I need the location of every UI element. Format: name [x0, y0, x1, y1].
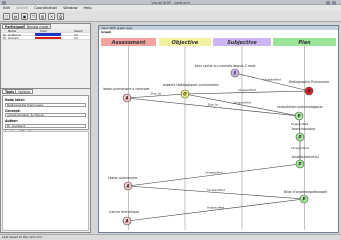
concept-field[interactable]: radiographie(s) du thorax [5, 113, 86, 118]
color-swatch[interactable] [35, 36, 61, 40]
graph-edge[interactable] [126, 198, 305, 222]
node-label: Bilan d'anatomopathologie [284, 190, 327, 194]
window-title: Visual SHIP - card.xml [151, 0, 190, 5]
participant-name: Dr. Gravelli [3, 36, 19, 41]
tools-empty-area [2, 131, 89, 231]
print-icon[interactable]: ⎙ [57, 13, 64, 20]
column-label-objective: Objective [172, 40, 199, 46]
node-letter: P [298, 113, 301, 118]
graph-edge[interactable] [126, 97, 300, 117]
node-label: biopsie/pieces(s) [292, 155, 319, 159]
edge-label: Due_to [208, 103, 219, 107]
column-label-assessment: Assessment [111, 40, 146, 46]
menu-edit[interactable]: Edit [0, 5, 13, 10]
graph-node[interactable]: Oaspects radiologiques pulmonaires [163, 83, 219, 99]
node-label: aspects radiologiques pulmonaires [163, 83, 219, 87]
node-label: Radiographie Pulmonaire [289, 80, 329, 84]
toolbar: ▢ ▤ ▣ ❐ ▥ ✕ ⎙ [0, 11, 341, 22]
concept-label: Concept: [5, 108, 21, 113]
edge-label: Due_to [151, 92, 162, 96]
node-label: consultation pneumologique [277, 105, 322, 109]
node-label: bronchoscopie [292, 127, 315, 131]
column-label-plan: Plan [298, 40, 311, 46]
tools-panel: Tools Options Node label: Radiographie P… [0, 88, 91, 233]
edge-label: Unspecified [291, 122, 309, 126]
edge-label: Unspecified [233, 101, 251, 105]
column-label-subjective: Subjective [227, 40, 257, 46]
author-field[interactable]: Dr. Goldberg [5, 123, 86, 129]
paste-icon[interactable]: ▥ [39, 13, 46, 20]
copy-icon[interactable]: ❐ [30, 13, 37, 20]
graph-node[interactable]: A Lesion pulmonaire [108, 176, 137, 191]
graph-node[interactable]: Pbiopsie/pieces(s) [292, 155, 319, 169]
graph-node[interactable]: Pbronchoscopie [292, 127, 315, 142]
graph-canvas[interactable]: Assessment Objective Subjective Plan Unspec… [99, 36, 338, 232]
menu-search[interactable]: Search [13, 5, 31, 10]
node-letter: P [299, 134, 302, 139]
node-label: toux seche ou crachats depuis 2 mois [195, 64, 256, 68]
tab-options[interactable]: Options [15, 89, 34, 94]
node-label: lesion pulmonaire a controler [103, 87, 150, 91]
node-letter: A [125, 183, 129, 188]
menu-help[interactable]: Help [80, 5, 94, 10]
node-label: Lesion pulmonaire [108, 176, 137, 180]
tab-graph[interactable]: Graph [101, 30, 111, 34]
graph-node[interactable]: A Cancer bronchique [109, 210, 139, 226]
status-bar: Last saved to file card.xml [0, 234, 341, 240]
node-letter: A [124, 218, 128, 223]
graph-node[interactable]: P Bilan d'anatomopathologie [284, 190, 327, 204]
table-row[interactable]: Dr. Gravelli All [2, 36, 90, 40]
node-letter: P [303, 196, 306, 201]
participant-select[interactable]: All [74, 36, 77, 40]
node-letter: P [308, 88, 311, 93]
edge-label: Unspecified [205, 171, 223, 175]
delete-icon[interactable]: ✕ [48, 13, 55, 20]
node-letter: P [299, 161, 302, 166]
menu-coordination[interactable]: Coordination [31, 5, 60, 10]
open-icon[interactable]: ▤ [12, 13, 19, 20]
node-letter: O [183, 91, 187, 96]
node-label-field[interactable]: Radiographie Pulmonaire [5, 102, 86, 107]
menu-window[interactable]: Window [60, 5, 80, 10]
edge-label: Unspecified [291, 146, 309, 150]
node-letter: S [234, 70, 237, 75]
node-label-label: Node label: [5, 98, 25, 102]
participants-table: Name Color Select Dr. Goldberg All Dr. G… [2, 29, 90, 40]
node-label: Cancer bronchique [109, 210, 139, 214]
save-icon[interactable]: ▣ [21, 13, 28, 20]
edge-label: Unspecified [207, 206, 225, 210]
edge-label: Unspecified [207, 188, 225, 192]
close-icon[interactable] [332, 0, 336, 5]
node-properties: Node label: Radiographie Pulmonaire Conc… [2, 95, 89, 139]
graph-window-title: Valve SHIP graph view [99, 26, 338, 30]
graph-node[interactable]: Stoux seche ou crachats depuis 2 mois [195, 64, 256, 78]
edge-label: Unspecified [263, 78, 281, 82]
node-letter: A [124, 95, 128, 100]
graph-window: Valve SHIP graph view Graph Assessment Ob… [98, 25, 339, 233]
graph-node[interactable]: Pconsultation pneumologique [277, 105, 322, 121]
new-icon[interactable]: ▢ [3, 13, 10, 20]
edge-label: Unspecified [238, 88, 256, 92]
participants-panel: Participants Review mode Name Color Sele… [0, 23, 91, 89]
graph-edge[interactable] [127, 163, 301, 187]
author-label: Author: [5, 119, 19, 124]
minimize-icon[interactable] [326, 0, 330, 5]
